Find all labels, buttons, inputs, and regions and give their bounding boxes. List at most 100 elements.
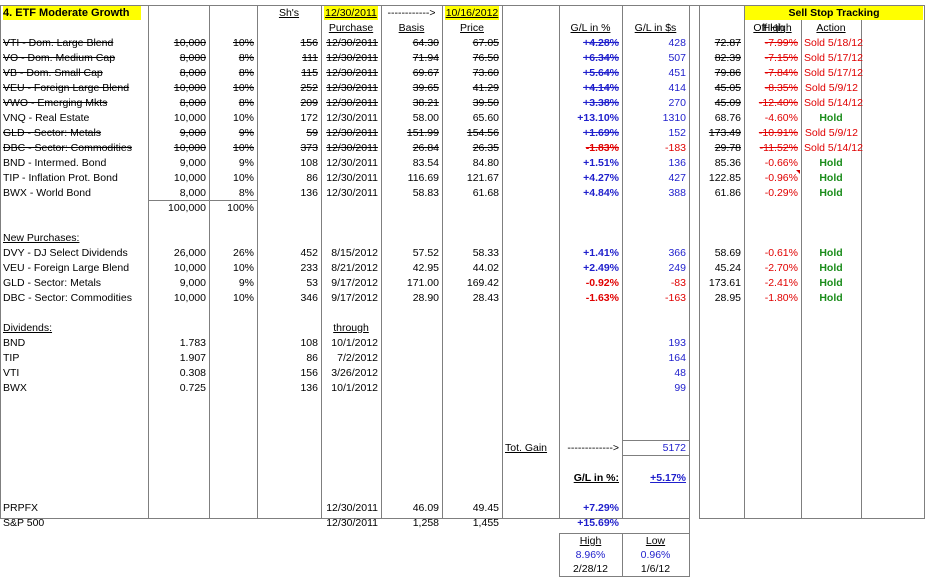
dividends-label: Dividends: xyxy=(3,322,53,334)
range-box-border xyxy=(559,576,690,577)
holding-amount: 9,000 xyxy=(179,127,206,139)
holding-name: VB - Dom. Small Cap xyxy=(3,67,103,79)
holding-action: Sold 5/14/12 xyxy=(804,97,863,109)
purchase-high: 58.69 xyxy=(714,247,741,259)
holding-action: Hold xyxy=(819,157,843,169)
holding-off-high: -7.99% xyxy=(764,37,798,49)
dividend-gl-usd: 193 xyxy=(668,337,686,349)
holding-pct: 8% xyxy=(238,52,254,64)
holding-date: 12/30/2011 xyxy=(326,112,378,124)
through-label: through xyxy=(333,322,369,334)
gl-pct-total-label: G/L in %: xyxy=(573,472,619,484)
benchmark-price: 1,455 xyxy=(472,517,499,529)
purchase-price: 44.02 xyxy=(472,262,499,274)
total-gain-arrow: -------------> xyxy=(567,442,619,454)
holding-gl-usd: 1310 xyxy=(662,112,686,124)
purchase-gl-usd: 249 xyxy=(668,262,686,274)
holding-basis: 64.30 xyxy=(412,37,439,49)
dividend-shares: 136 xyxy=(300,382,318,394)
holding-shares: 136 xyxy=(300,187,318,199)
purchase-high: 45.24 xyxy=(714,262,741,274)
purchase-basis: 57.52 xyxy=(412,247,439,259)
holding-pct: 10% xyxy=(232,172,254,184)
purchase-pct: 10% xyxy=(232,292,254,304)
holding-amount: 10,000 xyxy=(173,37,206,49)
purchase-price: 58.33 xyxy=(472,247,499,259)
holding-amount: 8,000 xyxy=(179,67,206,79)
holding-high: 79.86 xyxy=(714,67,741,79)
holding-basis: 58.83 xyxy=(412,187,439,199)
holding-price: 39.50 xyxy=(472,97,499,109)
benchmark-name: S&P 500 xyxy=(3,517,45,529)
column-border xyxy=(689,5,690,519)
holding-gl-pct: +4.84% xyxy=(583,187,619,199)
holding-high: 29.78 xyxy=(714,142,741,154)
holding-action: Sold 5/17/12 xyxy=(804,67,863,79)
benchmark-gl-pct: +7.29% xyxy=(583,502,619,514)
holding-gl-usd: 507 xyxy=(668,52,686,64)
range-low-pct: 0.96% xyxy=(640,549,671,561)
purchase-price: 28.43 xyxy=(472,292,499,304)
holding-gl-usd: 388 xyxy=(668,187,686,199)
holding-high: 85.36 xyxy=(714,157,741,169)
total-gain-border xyxy=(622,440,690,441)
holding-amount: 10,000 xyxy=(173,82,206,94)
holding-pct: 9% xyxy=(238,157,254,169)
holding-amount: 9,000 xyxy=(179,157,206,169)
comment-marker-icon[interactable] xyxy=(796,170,800,174)
holding-basis: 39.65 xyxy=(412,82,439,94)
holding-high: 72.87 xyxy=(714,37,741,49)
holding-gl-pct: +6.34% xyxy=(583,52,619,64)
holding-basis: 38.21 xyxy=(412,97,439,109)
total-line xyxy=(148,200,257,201)
holding-off-high: -7.15% xyxy=(764,52,798,64)
purchase-name: DVY - DJ Select Dividends xyxy=(3,247,128,259)
benchmark-price: 49.45 xyxy=(472,502,499,514)
holding-amount: 8,000 xyxy=(179,52,206,64)
purchase-off-high: -1.80% xyxy=(764,292,798,304)
total-gain-border xyxy=(622,455,690,456)
holding-date: 12/30/2011 xyxy=(326,142,378,154)
purchase-gl-usd: 366 xyxy=(668,247,686,259)
dividend-name: BWX xyxy=(3,382,27,394)
dividend-date: 7/2/2012 xyxy=(337,352,378,364)
dividend-shares: 86 xyxy=(306,352,318,364)
purchase-amount: 10,000 xyxy=(173,262,206,274)
column-border xyxy=(699,5,700,519)
gl-pct-total-value: +5.17% xyxy=(650,472,686,484)
header-shares: Sh's xyxy=(278,7,300,19)
holding-high: 173.49 xyxy=(708,127,741,139)
holding-pct: 8% xyxy=(238,67,254,79)
holding-shares: 209 xyxy=(300,97,318,109)
holding-action: Sold 5/17/12 xyxy=(804,52,863,64)
holding-name: DBC - Sector: Commodities xyxy=(3,142,132,154)
purchase-pct: 10% xyxy=(232,262,254,274)
column-border xyxy=(148,5,149,519)
holding-name: VTI - Dom. Large Blend xyxy=(3,37,114,49)
holding-high: 82.39 xyxy=(714,52,741,64)
holding-date: 12/30/2011 xyxy=(326,67,378,79)
header-arrow: ------------> xyxy=(387,7,436,19)
holding-gl-usd: 414 xyxy=(668,82,686,94)
purchase-action: Hold xyxy=(819,277,843,289)
holding-off-high: -7.84% xyxy=(764,67,798,79)
holding-date: 12/30/2011 xyxy=(326,157,378,169)
range-low-date: 1/6/12 xyxy=(640,563,671,575)
purchase-shares: 346 xyxy=(300,292,318,304)
holding-amount: 8,000 xyxy=(179,97,206,109)
holding-gl-pct: +4.27% xyxy=(583,172,619,184)
holding-high: 61.86 xyxy=(714,187,741,199)
holding-pct: 9% xyxy=(238,127,254,139)
purchase-date: 8/21/2012 xyxy=(331,262,378,274)
holding-price: 67.05 xyxy=(472,37,499,49)
purchase-amount: 10,000 xyxy=(173,292,206,304)
holding-gl-usd: -183 xyxy=(664,142,686,154)
holding-date: 12/30/2011 xyxy=(326,127,378,139)
holding-shares: 108 xyxy=(300,157,318,169)
holding-date: 12/30/2011 xyxy=(326,82,378,94)
holding-high: 45.09 xyxy=(714,97,741,109)
purchase-date: 9/17/2012 xyxy=(331,277,378,289)
holding-date: 12/30/2011 xyxy=(326,52,378,64)
column-border xyxy=(321,5,322,519)
holding-date: 12/30/2011 xyxy=(326,97,378,109)
